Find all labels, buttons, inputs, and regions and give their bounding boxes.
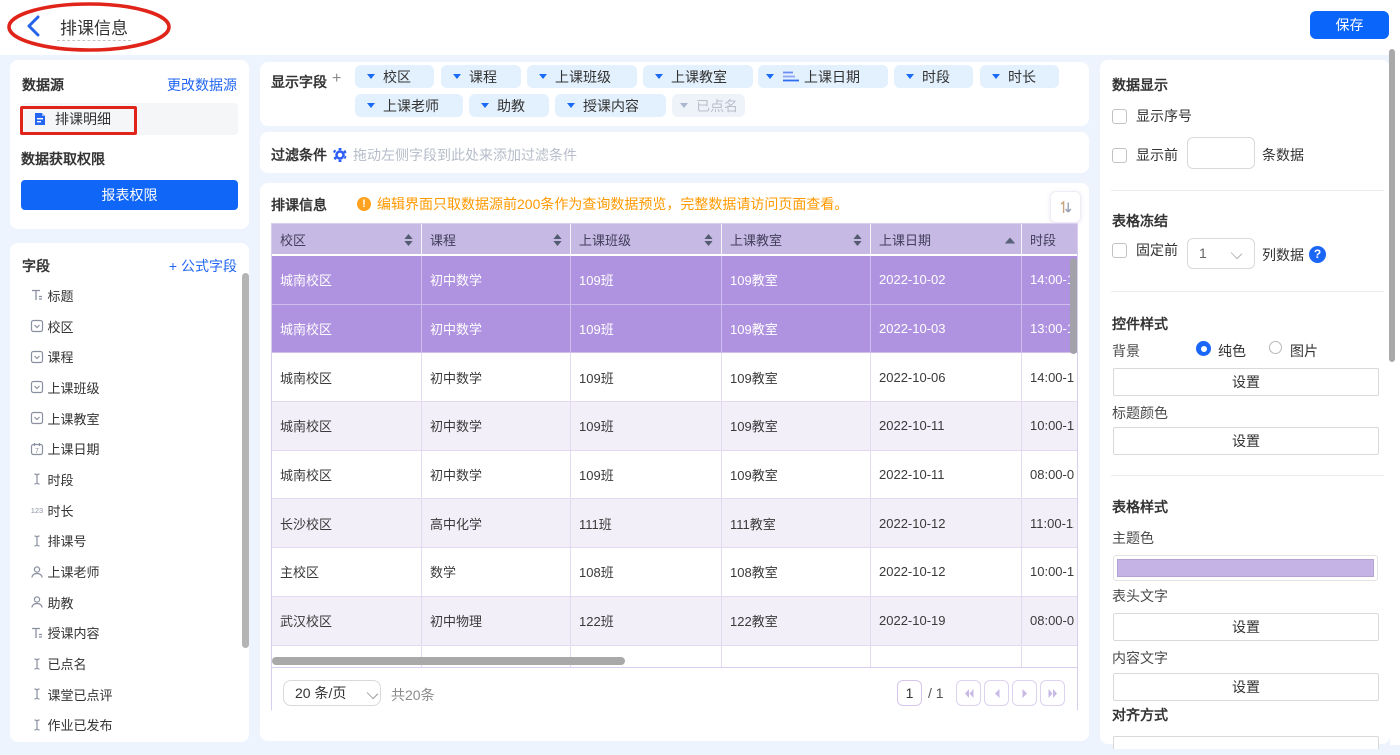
svg-text:123: 123 xyxy=(31,506,43,515)
svg-text:7: 7 xyxy=(35,448,39,455)
